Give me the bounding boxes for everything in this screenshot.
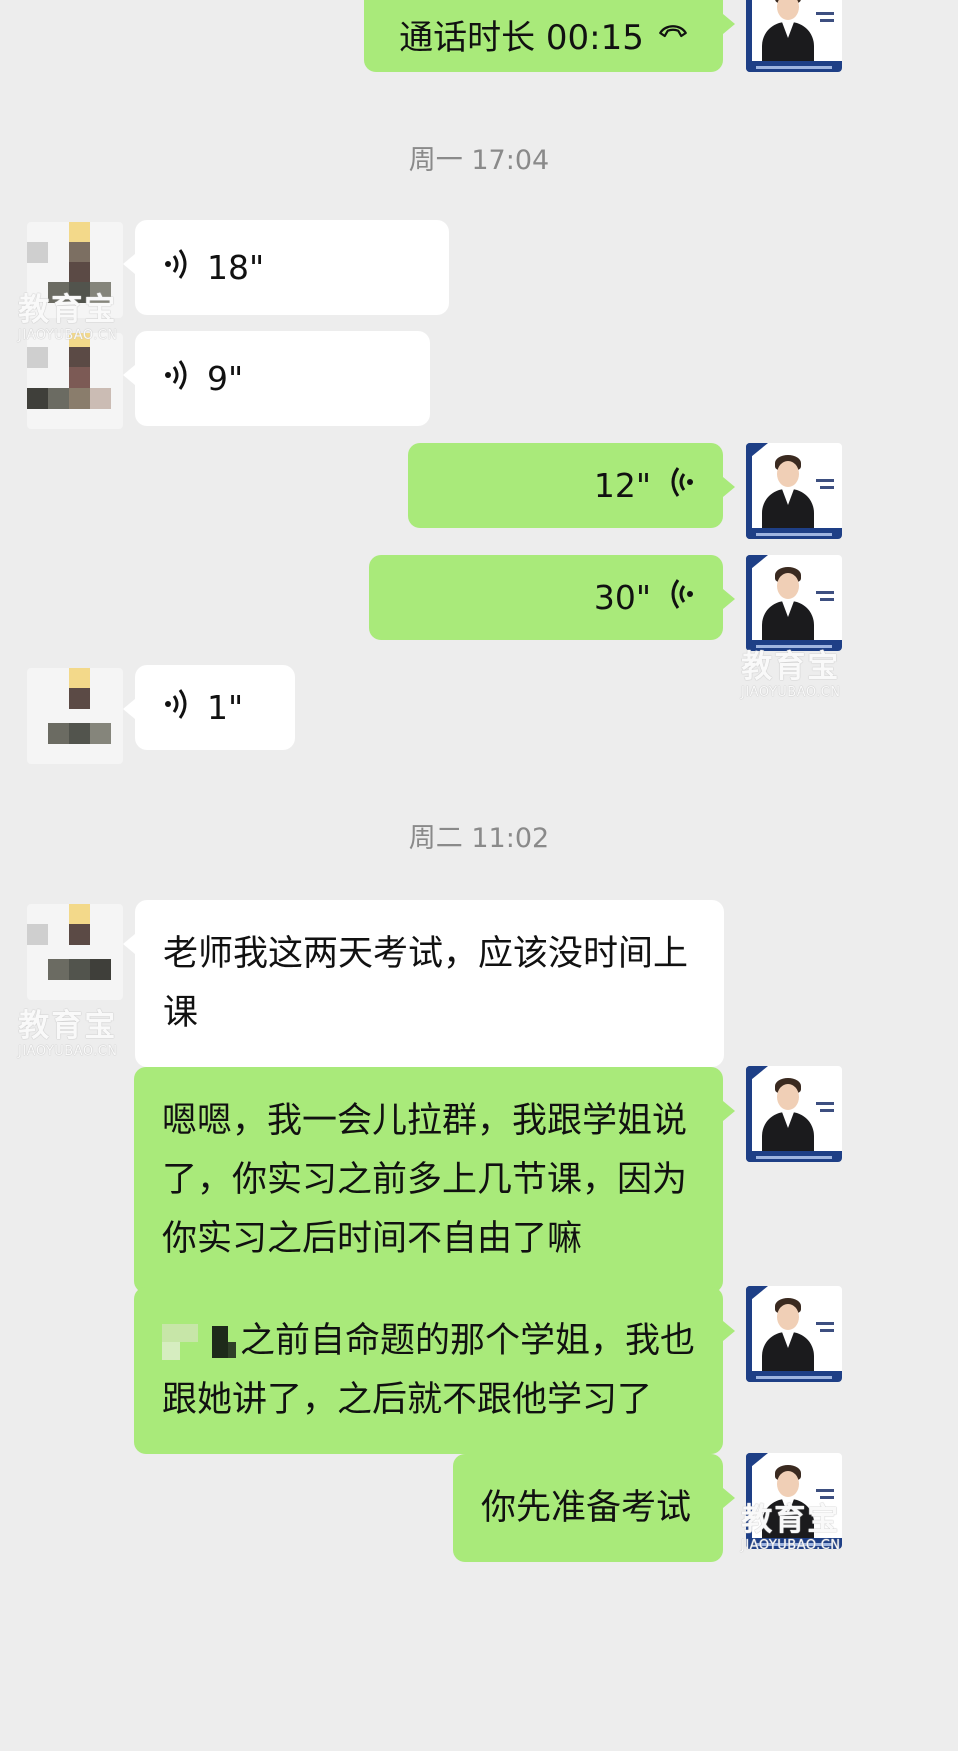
text-message[interactable]: 你先准备考试 xyxy=(453,1454,735,1562)
voice-message[interactable]: 18" xyxy=(123,220,449,315)
student-avatar[interactable] xyxy=(27,333,123,429)
teacher-avatar[interactable] xyxy=(746,443,842,539)
voice-duration: 12" xyxy=(593,466,651,505)
voice-waves-left-icon xyxy=(665,575,695,621)
timestamp-divider: 周一 17:04 xyxy=(408,145,550,176)
teacher-avatar[interactable] xyxy=(746,555,842,651)
phone-hangup-icon xyxy=(658,11,688,57)
timestamp-divider: 周二 11:02 xyxy=(408,823,550,854)
teacher-avatar[interactable] xyxy=(746,0,842,72)
voice-message[interactable]: 30" xyxy=(369,555,735,640)
voice-duration: 9" xyxy=(207,359,244,398)
voice-waves-right-icon xyxy=(163,685,193,731)
watermark-logo: 教育宝 JIAOYUBAO.CN xyxy=(741,1502,841,1553)
message-text: 你先准备考试 xyxy=(481,1488,692,1528)
voice-message[interactable]: 9" xyxy=(123,331,430,426)
text-message[interactable]: 之前自命题的那个学姐，我也跟她讲了，之后就不跟他学习了 xyxy=(134,1287,735,1454)
watermark-logo: 教育宝 JIAOYUBAO.CN xyxy=(741,649,841,700)
chat-conversation: 通话时长 00:15 周一 17:04 18" 9" 12" 30" 1" 周二… xyxy=(0,0,958,1751)
message-text: 之前自命题的那个学姐，我也跟她讲了，之后就不跟他学习了 xyxy=(162,1321,696,1420)
watermark-logo: 教育宝 JIAOYUBAO.CN xyxy=(18,292,118,343)
call-duration-label: 通话时长 00:15 xyxy=(399,17,644,58)
call-message-bubble[interactable]: 通话时长 00:15 xyxy=(364,0,735,72)
voice-waves-right-icon xyxy=(163,356,193,402)
student-avatar[interactable] xyxy=(27,668,123,764)
voice-duration: 18" xyxy=(207,248,265,287)
voice-message[interactable]: 12" xyxy=(408,443,735,528)
message-text: 老师我这两天考试，应该没时间上课 xyxy=(163,934,689,1033)
teacher-avatar[interactable] xyxy=(746,1286,842,1382)
text-message[interactable]: 老师我这两天考试，应该没时间上课 xyxy=(123,900,724,1067)
student-avatar[interactable] xyxy=(27,904,123,1000)
teacher-avatar[interactable] xyxy=(746,1066,842,1162)
voice-message[interactable]: 1" xyxy=(123,665,295,750)
message-text: 嗯嗯，我一会儿拉群，我跟学姐说了，你实习之前多上几节课，因为你实习之后时间不自由… xyxy=(162,1101,688,1259)
text-message[interactable]: 嗯嗯，我一会儿拉群，我跟学姐说了，你实习之前多上几节课，因为你实习之后时间不自由… xyxy=(134,1067,735,1293)
voice-waves-right-icon xyxy=(163,245,193,291)
redacted-name xyxy=(162,1322,238,1362)
voice-waves-left-icon xyxy=(665,463,695,509)
voice-duration: 1" xyxy=(207,688,244,727)
voice-duration: 30" xyxy=(593,578,651,617)
watermark-logo: 教育宝 JIAOYUBAO.CN xyxy=(18,1008,118,1059)
